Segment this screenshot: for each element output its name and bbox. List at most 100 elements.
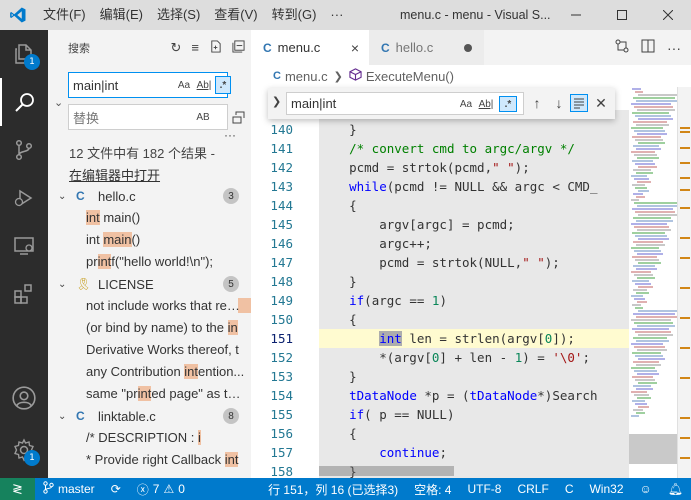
remote-explorer-icon[interactable] xyxy=(0,222,48,270)
breadcrumb-file[interactable]: menu.c xyxy=(285,69,328,84)
encoding[interactable]: UTF-8 xyxy=(459,482,509,496)
extensions-icon[interactable] xyxy=(0,270,48,318)
open-changes-icon[interactable] xyxy=(615,39,629,56)
code-content[interactable]: } /* convert cmd to argc/argv */ pcmd = … xyxy=(319,120,629,478)
menu-file[interactable]: 文件(F) xyxy=(36,0,93,30)
explorer-icon[interactable]: 1 xyxy=(0,30,48,78)
vscode-logo-icon[interactable] xyxy=(0,0,36,30)
code-line[interactable]: if( p == NULL) xyxy=(319,405,629,424)
regex-toggle[interactable]: .* xyxy=(215,76,231,94)
clear-results-icon[interactable]: ≡ xyxy=(191,40,199,55)
match-case-toggle[interactable]: Aa xyxy=(176,76,192,94)
code-line[interactable]: while(pcmd != NULL && argc < CMD_ xyxy=(319,177,629,196)
feedback-icon[interactable]: ☺ xyxy=(632,482,660,496)
maximize-icon[interactable] xyxy=(599,0,645,30)
language-mode[interactable]: C xyxy=(557,482,582,496)
close-find-icon[interactable]: ✕ xyxy=(592,94,610,112)
cursor-position[interactable]: 行 151，列 16 (已选择3) xyxy=(260,481,406,498)
search-details-toggle[interactable]: ··· xyxy=(224,128,236,142)
tab-hello-c[interactable]: C hello.c xyxy=(369,30,484,65)
result-match[interactable]: printf("hello world!\n"); xyxy=(48,251,251,273)
overview-ruler[interactable] xyxy=(677,87,691,478)
code-line[interactable]: if(argc == 1) xyxy=(319,291,629,310)
minimap-slider[interactable] xyxy=(629,434,677,464)
chevron-down-icon[interactable]: ⌄ xyxy=(58,411,72,422)
minimize-icon[interactable] xyxy=(553,0,599,30)
result-file[interactable]: ⌄ Chello.c 3 xyxy=(48,185,251,207)
unsaved-dot-icon[interactable] xyxy=(464,43,472,52)
find-match-case-toggle[interactable]: Aa xyxy=(458,96,474,112)
account-icon[interactable] xyxy=(0,374,48,422)
result-file[interactable]: ⌄ 🎗︎ LICENSE 5 xyxy=(48,273,251,295)
horizontal-scrollbar[interactable] xyxy=(319,466,454,476)
indentation[interactable]: 空格: 4 xyxy=(406,481,459,498)
minimap-line xyxy=(638,214,677,216)
previous-match-icon[interactable]: ↑ xyxy=(528,94,546,112)
toggle-replace-chevron-icon[interactable]: ❯ xyxy=(272,95,281,108)
result-file[interactable]: ⌄ Clinktable.c 8 xyxy=(48,405,251,427)
code-line[interactable]: { xyxy=(319,196,629,215)
find-in-selection-icon[interactable] xyxy=(570,94,588,112)
problems-status[interactable]: ⓧ 7 ⚠ 0 xyxy=(129,481,193,498)
more-actions-icon[interactable]: ··· xyxy=(667,40,681,56)
code-line[interactable]: argc++; xyxy=(319,234,629,253)
run-debug-icon[interactable] xyxy=(0,174,48,222)
refresh-icon[interactable]: ↻ xyxy=(171,40,182,56)
toggle-replace-chevron-icon[interactable]: ⌄ xyxy=(54,96,63,109)
window-title: menu.c - menu - Visual S... xyxy=(400,8,551,22)
sync-icon[interactable]: ⟳ xyxy=(103,482,129,496)
platform[interactable]: Win32 xyxy=(581,482,631,496)
code-line[interactable]: *(argv[0] + len - 1) = '\0'; xyxy=(319,348,629,367)
menu-edit[interactable]: 编辑(E) xyxy=(93,0,150,30)
next-match-icon[interactable]: ↓ xyxy=(550,94,568,112)
settings-gear-icon[interactable]: 1 xyxy=(0,426,48,474)
code-line[interactable]: /* convert cmd to argc/argv */ xyxy=(319,139,629,158)
result-match[interactable]: (or bind by name) to the in xyxy=(48,317,251,339)
result-match[interactable]: any Contribution intention... xyxy=(48,361,251,383)
minimap[interactable] xyxy=(629,87,677,478)
code-line[interactable]: { xyxy=(319,424,629,443)
code-line[interactable]: } xyxy=(319,120,629,139)
code-line[interactable]: pcmd = strtok(pcmd," "); xyxy=(319,158,629,177)
chevron-down-icon[interactable]: ⌄ xyxy=(58,191,72,202)
new-search-editor-icon[interactable] xyxy=(209,39,222,56)
result-match[interactable]: /* DESCRIPTION : i xyxy=(48,427,251,449)
code-line[interactable]: pcmd = strtok(NULL," "); xyxy=(319,253,629,272)
result-match[interactable]: Derivative Works thereof, t xyxy=(48,339,251,361)
close-icon[interactable] xyxy=(645,0,691,30)
menu-selection[interactable]: 选择(S) xyxy=(150,0,207,30)
match-whole-word-toggle[interactable]: Ab| xyxy=(196,76,212,94)
close-tab-icon[interactable]: × xyxy=(351,40,359,56)
branch-status[interactable]: master xyxy=(35,481,103,497)
code-line[interactable]: { xyxy=(319,310,629,329)
result-match[interactable]: * Provide right Callback int xyxy=(48,449,251,471)
preserve-case-toggle[interactable]: AB xyxy=(194,108,212,126)
menu-go[interactable]: 转到(G) xyxy=(265,0,324,30)
menu-view[interactable]: 查看(V) xyxy=(207,0,264,30)
code-line[interactable]: } xyxy=(319,367,629,386)
result-match[interactable]: not include works that remain xyxy=(48,295,251,317)
code-line[interactable]: tDataNode *p = (tDataNode*)Search xyxy=(319,386,629,405)
code-line[interactable]: } xyxy=(319,272,629,291)
find-whole-word-toggle[interactable]: Ab| xyxy=(478,96,494,112)
result-match[interactable]: int main() xyxy=(48,207,251,229)
chevron-down-icon[interactable]: ⌄ xyxy=(58,279,72,290)
notifications-bell-icon[interactable]: 🔔︎ xyxy=(660,482,691,496)
source-control-icon[interactable] xyxy=(0,126,48,174)
find-regex-toggle[interactable]: .* xyxy=(499,96,517,112)
remote-indicator-icon[interactable]: ≷ xyxy=(0,478,35,500)
replace-all-icon[interactable] xyxy=(230,108,248,126)
code-line[interactable]: int len = strlen(argv[0]); xyxy=(319,329,629,348)
breadcrumb-symbol[interactable]: ExecuteMenu() xyxy=(366,69,454,84)
menu-more[interactable]: ··· xyxy=(323,0,350,30)
line-ending[interactable]: CRLF xyxy=(509,482,556,496)
code-line[interactable]: argv[argc] = pcmd; xyxy=(319,215,629,234)
collapse-all-icon[interactable] xyxy=(232,39,245,56)
result-match[interactable]: int main() xyxy=(48,229,251,251)
code-line[interactable]: continue; xyxy=(319,443,629,462)
result-match[interactable]: same "printed page" as the... xyxy=(48,383,251,405)
tab-menu-c[interactable]: C menu.c × xyxy=(251,30,369,65)
open-in-editor-link[interactable]: 在编辑器中打开 xyxy=(69,165,215,187)
split-editor-icon[interactable] xyxy=(641,39,655,56)
search-view-icon[interactable] xyxy=(0,78,48,126)
